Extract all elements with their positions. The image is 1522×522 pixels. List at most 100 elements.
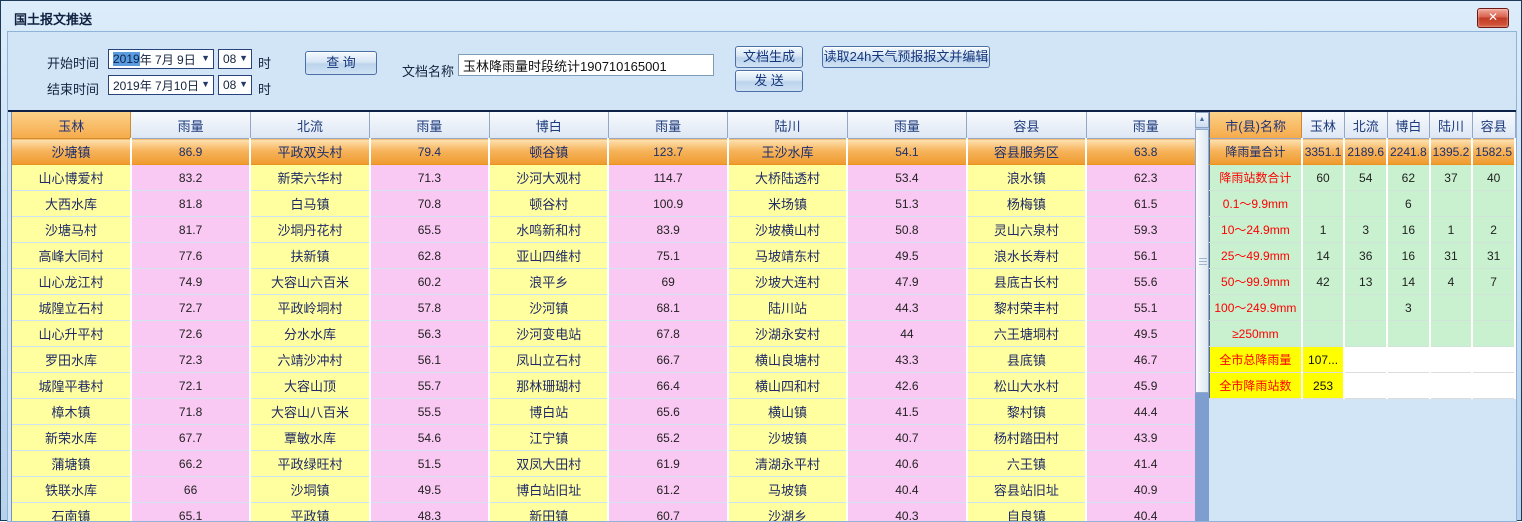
rainfall-cell[interactable]: 66.4 [608, 373, 727, 399]
summary-column-header[interactable]: 陆川 [1430, 112, 1473, 139]
station-cell[interactable]: 沙坡大连村 [728, 269, 847, 295]
summary-value-cell[interactable]: 253 [1302, 373, 1345, 399]
summary-value-cell[interactable] [1430, 321, 1473, 347]
rainfall-cell[interactable]: 49.5 [1086, 321, 1195, 347]
summary-value-cell[interactable] [1387, 321, 1430, 347]
rainfall-cell[interactable]: 56.1 [1086, 243, 1195, 269]
county-column-header[interactable]: 陆川 [728, 112, 847, 139]
rainfall-cell[interactable]: 65.5 [370, 217, 489, 243]
rainfall-cell[interactable]: 81.7 [131, 217, 250, 243]
station-cell[interactable]: 双凤大田村 [489, 451, 608, 477]
rainfall-cell[interactable]: 66.2 [131, 451, 250, 477]
station-cell[interactable]: 横山四和村 [728, 373, 847, 399]
rainfall-cell[interactable]: 72.7 [131, 295, 250, 321]
rainfall-cell[interactable]: 63.8 [1086, 139, 1195, 165]
summary-value-cell[interactable] [1344, 295, 1387, 321]
rainfall-cell[interactable]: 60.2 [370, 269, 489, 295]
summary-value-cell[interactable]: 42 [1302, 269, 1345, 295]
station-cell[interactable]: 亚山四维村 [489, 243, 608, 269]
summary-row[interactable]: 50～99.9mm42131447 [1210, 269, 1516, 295]
rainfall-cell[interactable]: 72.3 [131, 347, 250, 373]
county-column-header[interactable]: 玉林 [12, 112, 131, 139]
station-cell[interactable]: 容县服务区 [967, 139, 1086, 165]
station-cell[interactable]: 黎村荣丰村 [967, 295, 1086, 321]
summary-label-cell[interactable]: 50～99.9mm [1210, 269, 1302, 295]
close-button[interactable]: ✕ [1477, 8, 1509, 28]
rainfall-cell[interactable]: 62.3 [1086, 165, 1195, 191]
station-cell[interactable]: 沙坡横山村 [728, 217, 847, 243]
rainfall-cell[interactable]: 69 [608, 269, 727, 295]
station-cell[interactable]: 江宁镇 [489, 425, 608, 451]
rainfall-cell[interactable]: 42.6 [847, 373, 966, 399]
rainfall-cell[interactable]: 40.7 [847, 425, 966, 451]
station-cell[interactable]: 横山镇 [728, 399, 847, 425]
station-cell[interactable]: 高峰大同村 [12, 243, 131, 269]
summary-label-cell[interactable]: ≥250mm [1210, 321, 1302, 347]
summary-value-cell[interactable]: 2189.6 [1344, 139, 1387, 165]
rainfall-cell[interactable]: 74.9 [131, 269, 250, 295]
station-cell[interactable]: 松山大水村 [967, 373, 1086, 399]
summary-value-cell[interactable] [1430, 347, 1473, 373]
summary-value-cell[interactable] [1387, 373, 1430, 399]
station-cell[interactable]: 沙塘马村 [12, 217, 131, 243]
rainfall-cell[interactable]: 44.4 [1086, 399, 1195, 425]
station-cell[interactable]: 沙河变电站 [489, 321, 608, 347]
station-cell[interactable]: 博白站 [489, 399, 608, 425]
station-cell[interactable]: 马坡镇 [728, 477, 847, 503]
rainfall-cell[interactable]: 48.3 [370, 503, 489, 522]
rainfall-cell[interactable]: 40.9 [1086, 477, 1195, 503]
summary-value-cell[interactable] [1472, 373, 1515, 399]
summary-value-cell[interactable] [1472, 347, 1515, 373]
station-cell[interactable]: 新荣六华村 [250, 165, 369, 191]
table-row[interactable]: 高峰大同村77.6扶新镇62.8亚山四维村75.1马坡靖东村49.5浪水长寿村5… [12, 243, 1195, 269]
rainfall-cell[interactable]: 86.9 [131, 139, 250, 165]
rainfall-cell[interactable]: 50.8 [847, 217, 966, 243]
rainfall-cell[interactable]: 61.5 [1086, 191, 1195, 217]
summary-value-cell[interactable]: 16 [1387, 243, 1430, 269]
summary-label-cell[interactable]: 100～249.9mm [1210, 295, 1302, 321]
station-cell[interactable]: 水鸣新和村 [489, 217, 608, 243]
summary-label-cell[interactable]: 降雨站数合计 [1210, 165, 1302, 191]
summary-label-cell[interactable]: 0.1～9.9mm [1210, 191, 1302, 217]
rainfall-cell[interactable]: 41.4 [1086, 451, 1195, 477]
rainfall-cell[interactable]: 49.5 [370, 477, 489, 503]
summary-row[interactable]: ≥250mm [1210, 321, 1516, 347]
rainfall-cell[interactable]: 62.8 [370, 243, 489, 269]
chevron-down-icon[interactable]: ▼ [201, 79, 210, 89]
rainfall-column-header[interactable]: 雨量 [608, 112, 727, 139]
summary-value-cell[interactable]: 1 [1302, 217, 1345, 243]
rainfall-cell[interactable]: 83.9 [608, 217, 727, 243]
rainfall-cell[interactable]: 65.1 [131, 503, 250, 522]
summary-value-cell[interactable]: 54 [1344, 165, 1387, 191]
station-cell[interactable]: 大容山六百米 [250, 269, 369, 295]
rainfall-cell[interactable]: 43.9 [1086, 425, 1195, 451]
summary-column-header[interactable]: 容县 [1472, 112, 1515, 139]
rainfall-cell[interactable]: 66.7 [608, 347, 727, 373]
rainfall-cell[interactable]: 60.7 [608, 503, 727, 522]
rainfall-cell[interactable]: 71.8 [131, 399, 250, 425]
end-hour-combo[interactable]: 08 ▼ [218, 75, 252, 95]
summary-value-cell[interactable]: 1 [1430, 217, 1473, 243]
rainfall-cell[interactable]: 41.5 [847, 399, 966, 425]
station-cell[interactable]: 城隍立石村 [12, 295, 131, 321]
table-row[interactable]: 山心升平村72.6分水水库56.3沙河变电站67.8沙湖永安村44六王塘垌村49… [12, 321, 1195, 347]
station-cell[interactable]: 新荣水库 [12, 425, 131, 451]
station-cell[interactable]: 山心升平村 [12, 321, 131, 347]
station-cell[interactable]: 浪水长寿村 [967, 243, 1086, 269]
rainfall-cell[interactable]: 77.6 [131, 243, 250, 269]
scrollbar-thumb[interactable] [1195, 129, 1209, 393]
read-forecast-button[interactable]: 读取24h天气预报报文并编辑 [822, 46, 990, 68]
table-row[interactable]: 铁联水库66沙垌镇49.5博白站旧址61.2马坡镇40.4容县站旧址40.9 [12, 477, 1195, 503]
table-row[interactable]: 山心博爱村83.2新荣六华村71.3沙河大观村114.7大桥陆透村53.4浪水镇… [12, 165, 1195, 191]
rainfall-cell[interactable]: 40.3 [847, 503, 966, 522]
summary-value-cell[interactable]: 13 [1344, 269, 1387, 295]
station-cell[interactable]: 大桥陆透村 [728, 165, 847, 191]
station-cell[interactable]: 横山良塘村 [728, 347, 847, 373]
station-cell[interactable]: 平政双头村 [250, 139, 369, 165]
summary-value-cell[interactable] [1302, 191, 1345, 217]
summary-value-cell[interactable]: 1582.5 [1472, 139, 1515, 165]
rainfall-cell[interactable]: 71.3 [370, 165, 489, 191]
station-cell[interactable]: 顿谷镇 [489, 139, 608, 165]
rainfall-cell[interactable]: 75.1 [608, 243, 727, 269]
summary-value-cell[interactable]: 60 [1302, 165, 1345, 191]
